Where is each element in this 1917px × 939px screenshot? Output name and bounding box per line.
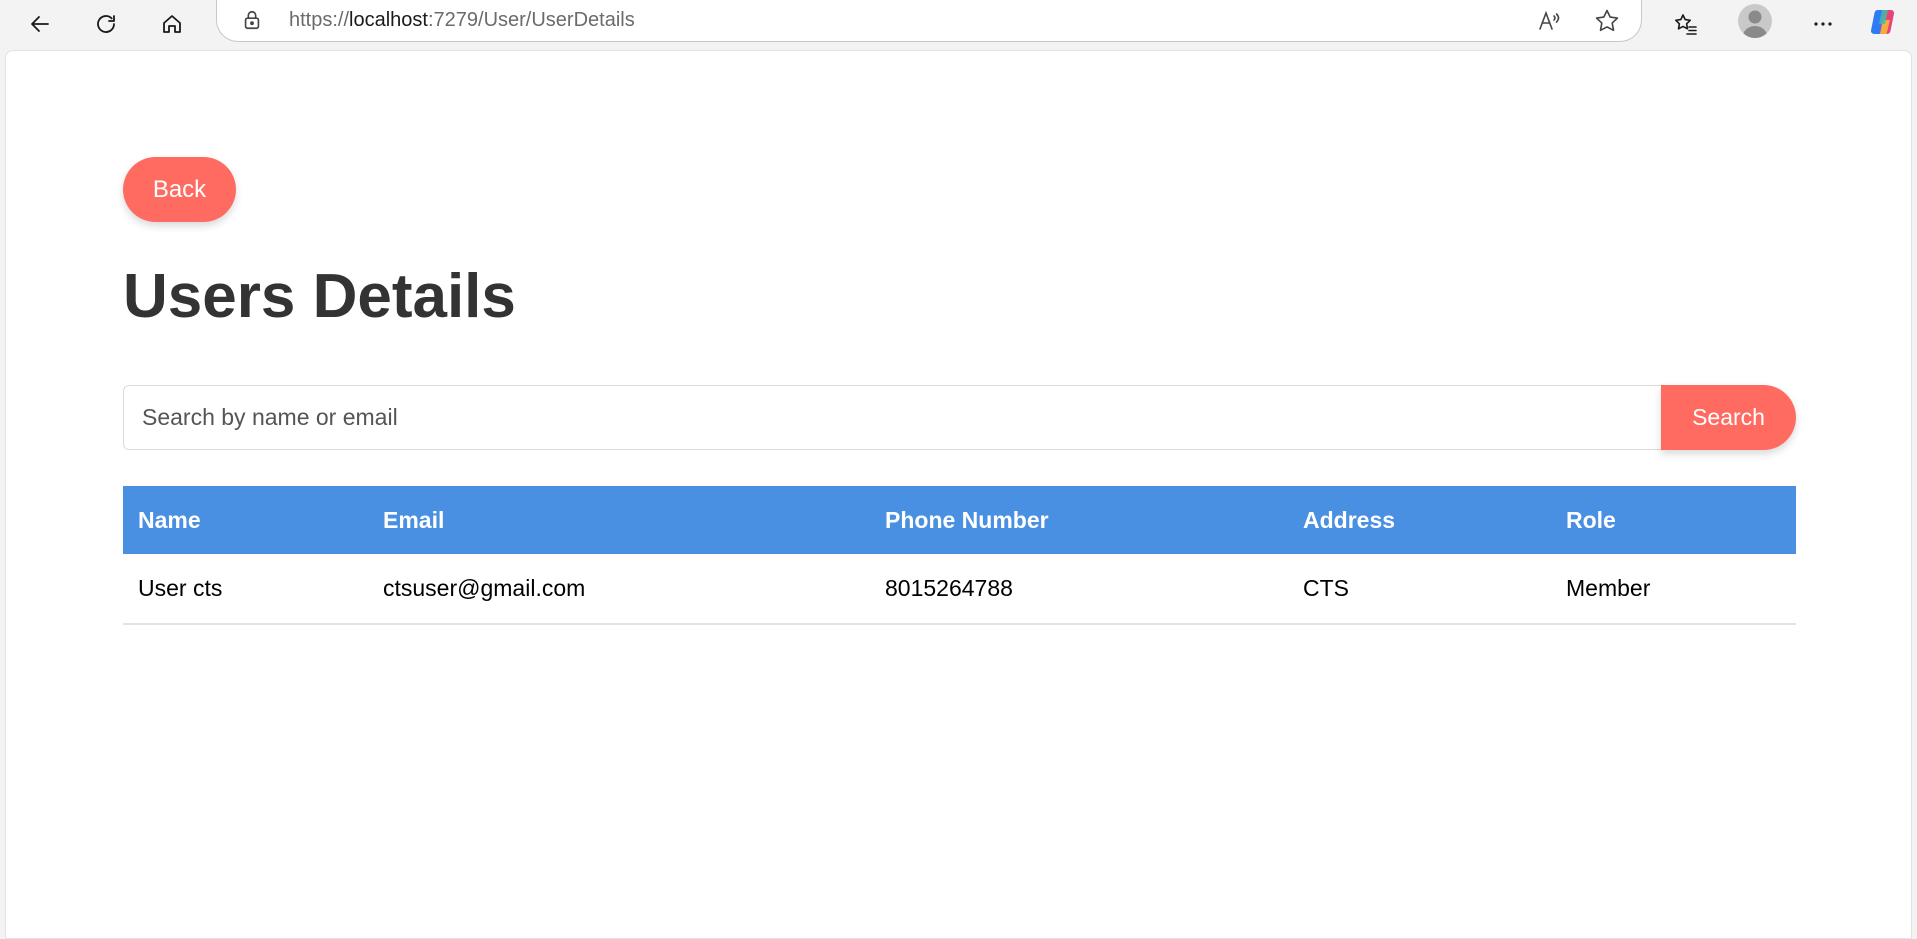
url-scheme: https://: [289, 9, 350, 31]
cell-address: CTS: [1288, 554, 1551, 625]
favorites-list-icon[interactable]: [1666, 4, 1706, 44]
favorite-star-icon[interactable]: [1593, 7, 1621, 35]
search-form: Search: [123, 385, 1796, 450]
cell-role: Member: [1551, 554, 1796, 625]
search-input[interactable]: [123, 385, 1663, 450]
profile-avatar-icon[interactable]: [1738, 4, 1772, 38]
address-bar[interactable]: https://localhost:7279/User/UserDetails: [216, 0, 1642, 42]
lock-icon[interactable]: [241, 9, 263, 31]
cell-name: User cts: [123, 554, 368, 625]
cell-phone-number: 8015264788: [870, 554, 1288, 625]
url-text[interactable]: https://localhost:7279/User/UserDetails: [289, 9, 635, 32]
read-aloud-icon[interactable]: [1535, 7, 1563, 35]
cell-email: ctsuser@gmail.com: [368, 554, 870, 625]
column-header-address[interactable]: Address: [1288, 486, 1551, 554]
table-row[interactable]: User cts ctsuser@gmail.com 8015264788 CT…: [123, 554, 1796, 625]
back-button[interactable]: Back: [123, 157, 236, 222]
home-icon[interactable]: [152, 4, 192, 44]
page-title: Users Details: [123, 262, 516, 331]
column-header-name[interactable]: Name: [123, 486, 368, 554]
table-header-row: Name Email Phone Number Address Role: [123, 486, 1796, 554]
column-header-email[interactable]: Email: [368, 486, 870, 554]
page-content: Back Users Details Search Name Email Pho…: [5, 50, 1912, 939]
browser-toolbar: https://localhost:7279/User/UserDetails: [0, 0, 1917, 50]
url-host: localhost: [349, 9, 428, 31]
column-header-role[interactable]: Role: [1551, 486, 1796, 554]
search-button[interactable]: Search: [1661, 385, 1796, 450]
back-arrow-icon[interactable]: [20, 4, 60, 44]
more-options-icon[interactable]: [1803, 4, 1843, 44]
column-header-phone-number[interactable]: Phone Number: [870, 486, 1288, 554]
url-path: :7279/User/UserDetails: [427, 9, 635, 31]
refresh-icon[interactable]: [86, 4, 126, 44]
users-table: Name Email Phone Number Address Role Use…: [123, 486, 1796, 625]
copilot-icon[interactable]: [1868, 6, 1900, 38]
